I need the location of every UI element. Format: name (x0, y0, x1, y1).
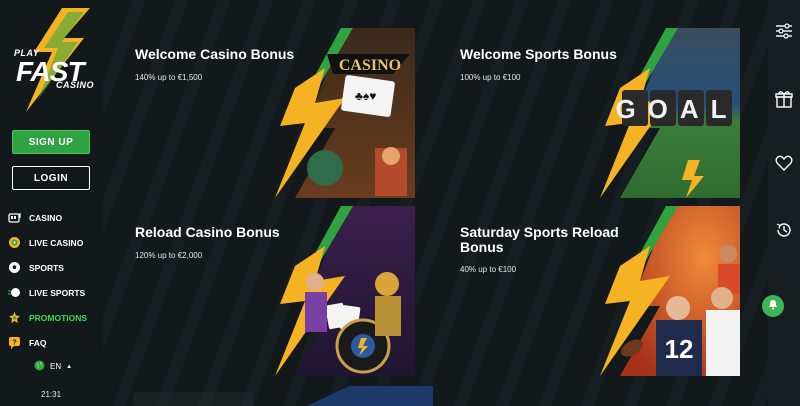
soccer-ball-icon (8, 261, 21, 274)
sports-reload-promo-art: 12 (600, 206, 740, 376)
next-promo-title-partial (133, 392, 253, 406)
casino-promo-art: CASINO ♣♠♥ (275, 28, 415, 198)
nav-label: FAQ (29, 337, 47, 348)
reload-casino-promo-art (275, 206, 415, 376)
heart-icon[interactable] (775, 154, 793, 172)
jersey-number: 12 (665, 334, 694, 364)
nav-item-promotions[interactable]: PROMOTIONS (8, 305, 103, 330)
sports-promo-art: GOAL (600, 28, 740, 198)
language-code: EN (50, 362, 62, 371)
nav-item-sports[interactable]: SPORTS (8, 255, 103, 280)
goal-scoreboard: GOAL (615, 90, 738, 126)
support-chat-button[interactable] (762, 295, 784, 317)
promo-card-reload-casino[interactable]: Reload Casino Bonus 120% up to €2,000 (105, 206, 415, 376)
promo-subtitle: 40% up to €100 (460, 265, 517, 274)
sidebar: PLAY FAST CASINO SIGN UP LOGIN CASINO LI… (0, 0, 103, 406)
goal-text: GOAL (615, 94, 738, 124)
nav-item-live-casino[interactable]: LIVE CASINO (8, 230, 103, 255)
signup-button[interactable]: SIGN UP (12, 130, 90, 154)
clock: 21:31 (41, 390, 62, 399)
promo-card-saturday-sports-reload[interactable]: Saturday Sports Reload Bonus 40% up to €… (430, 206, 740, 376)
svg-text:?: ? (12, 340, 16, 347)
promo-subtitle: 120% up to €2,000 (135, 251, 203, 260)
nav-label: CASINO (29, 212, 63, 223)
globe-icon (34, 360, 45, 373)
promotions-grid: Welcome Casino Bonus 140% up to €1,500 C… (103, 0, 768, 406)
svg-text:♣♠♥: ♣♠♥ (355, 89, 376, 103)
promo-subtitle: 100% up to €100 (460, 73, 521, 82)
gift-icon[interactable] (775, 90, 793, 108)
promo-subtitle: 140% up to €1,500 (135, 73, 203, 82)
faq-icon: ? (8, 336, 21, 349)
nav-label: SPORTS (29, 262, 64, 273)
nav-label: LIVE CASINO (29, 237, 84, 248)
history-icon[interactable] (775, 221, 793, 239)
main-nav: CASINO LIVE CASINO SPORTS LIVE SPORTS PR… (8, 205, 103, 355)
nav-label: LIVE SPORTS (29, 287, 86, 298)
filter-sliders-icon[interactable] (775, 22, 793, 40)
promo-card-welcome-casino[interactable]: Welcome Casino Bonus 140% up to €1,500 C… (105, 28, 415, 198)
right-rail (768, 0, 800, 406)
live-ball-icon (8, 286, 21, 299)
next-promo-card-partial (307, 386, 433, 406)
bell-icon (767, 297, 779, 315)
brand-logo[interactable]: PLAY FAST CASINO (4, 8, 98, 112)
nav-item-casino[interactable]: CASINO (8, 205, 103, 230)
login-button[interactable]: LOGIN (12, 166, 90, 190)
roulette-icon (8, 236, 21, 249)
logo-casino-text: CASINO (56, 80, 95, 90)
nav-item-faq[interactable]: ? FAQ (8, 330, 103, 355)
caret-up-icon: ▲ (66, 363, 73, 370)
slot-machine-icon (8, 211, 21, 224)
nav-label: PROMOTIONS (29, 312, 88, 323)
promotions-icon (8, 311, 21, 324)
casino-sign-text: CASINO (339, 57, 401, 74)
language-selector[interactable]: EN ▲ (34, 360, 72, 373)
nav-item-live-sports[interactable]: LIVE SPORTS (8, 280, 103, 305)
promo-card-welcome-sports[interactable]: Welcome Sports Bonus 100% up to €100 GOA… (430, 28, 740, 198)
